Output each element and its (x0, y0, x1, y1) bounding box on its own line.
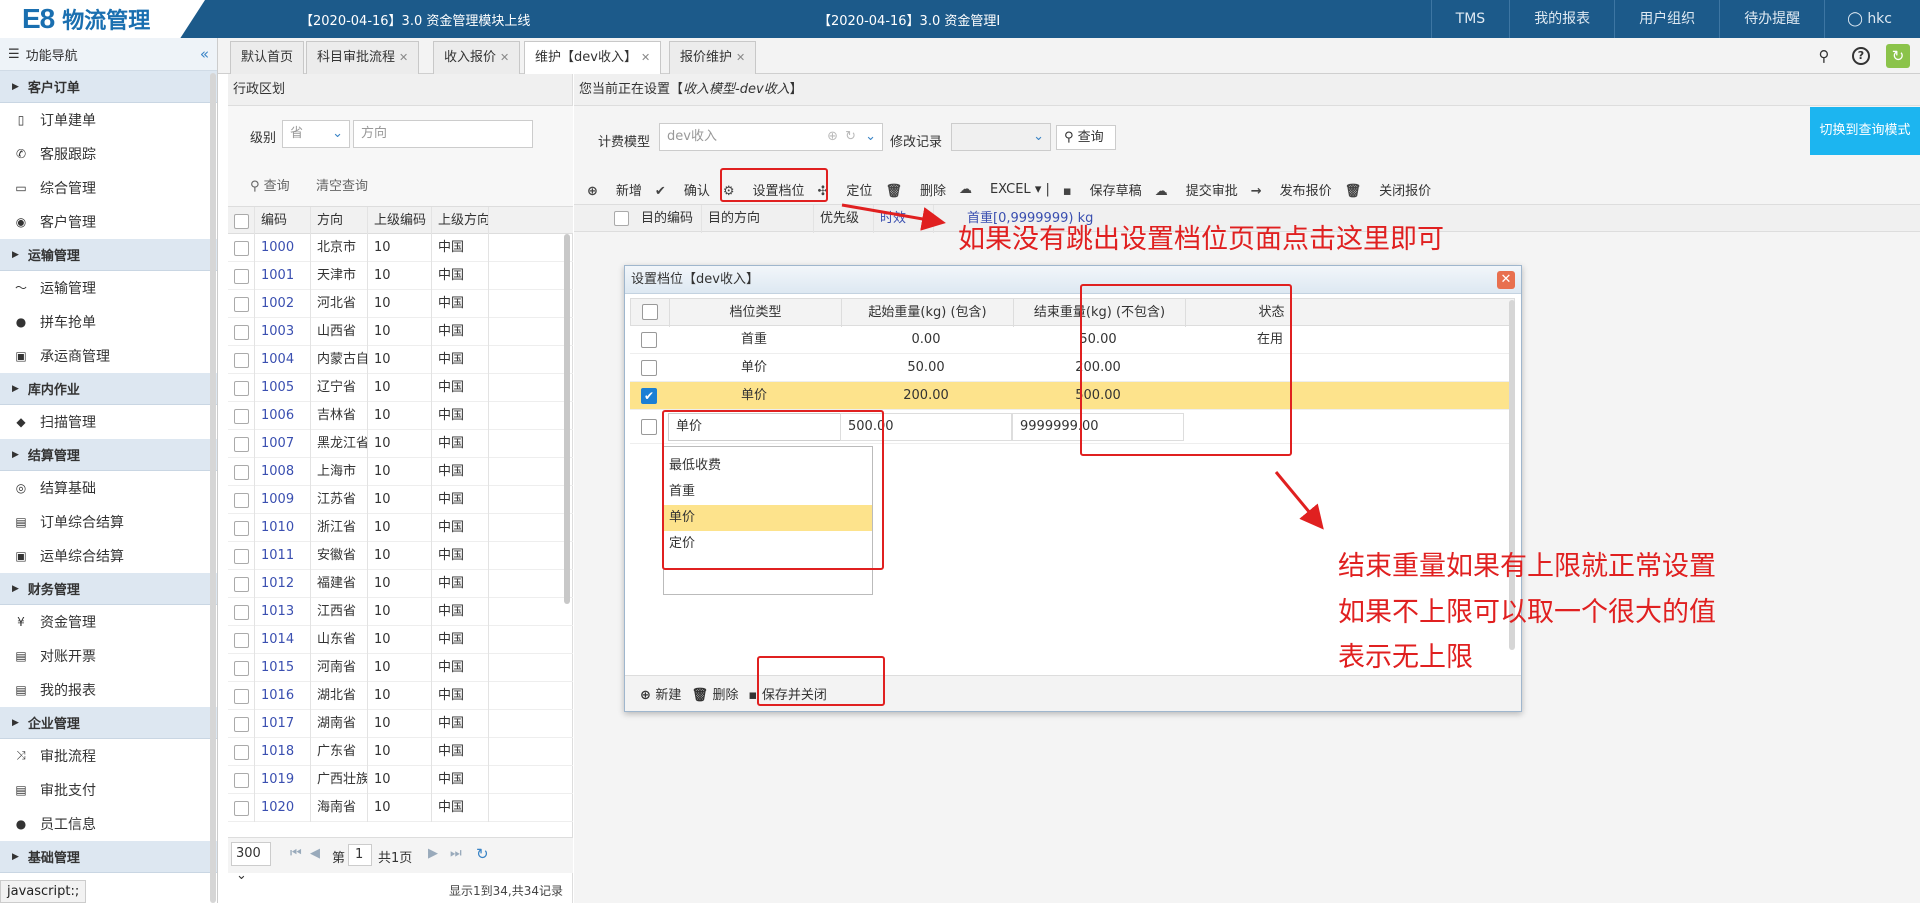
annotation-line-3: 表示无上限 (1338, 642, 1473, 673)
annotation-line-2: 如果不上限可以取一个很大的值 (1338, 597, 1716, 628)
annotation-top: 如果没有跳出设置档位页面点击这里即可 (958, 224, 1444, 255)
arrow-to-set-tier (841, 203, 946, 231)
arrow-to-end-weight (1274, 471, 1324, 530)
annotation-arrows (841, 203, 1324, 530)
annotation-line-1: 结束重量如果有上限就正常设置 (1338, 551, 1716, 582)
